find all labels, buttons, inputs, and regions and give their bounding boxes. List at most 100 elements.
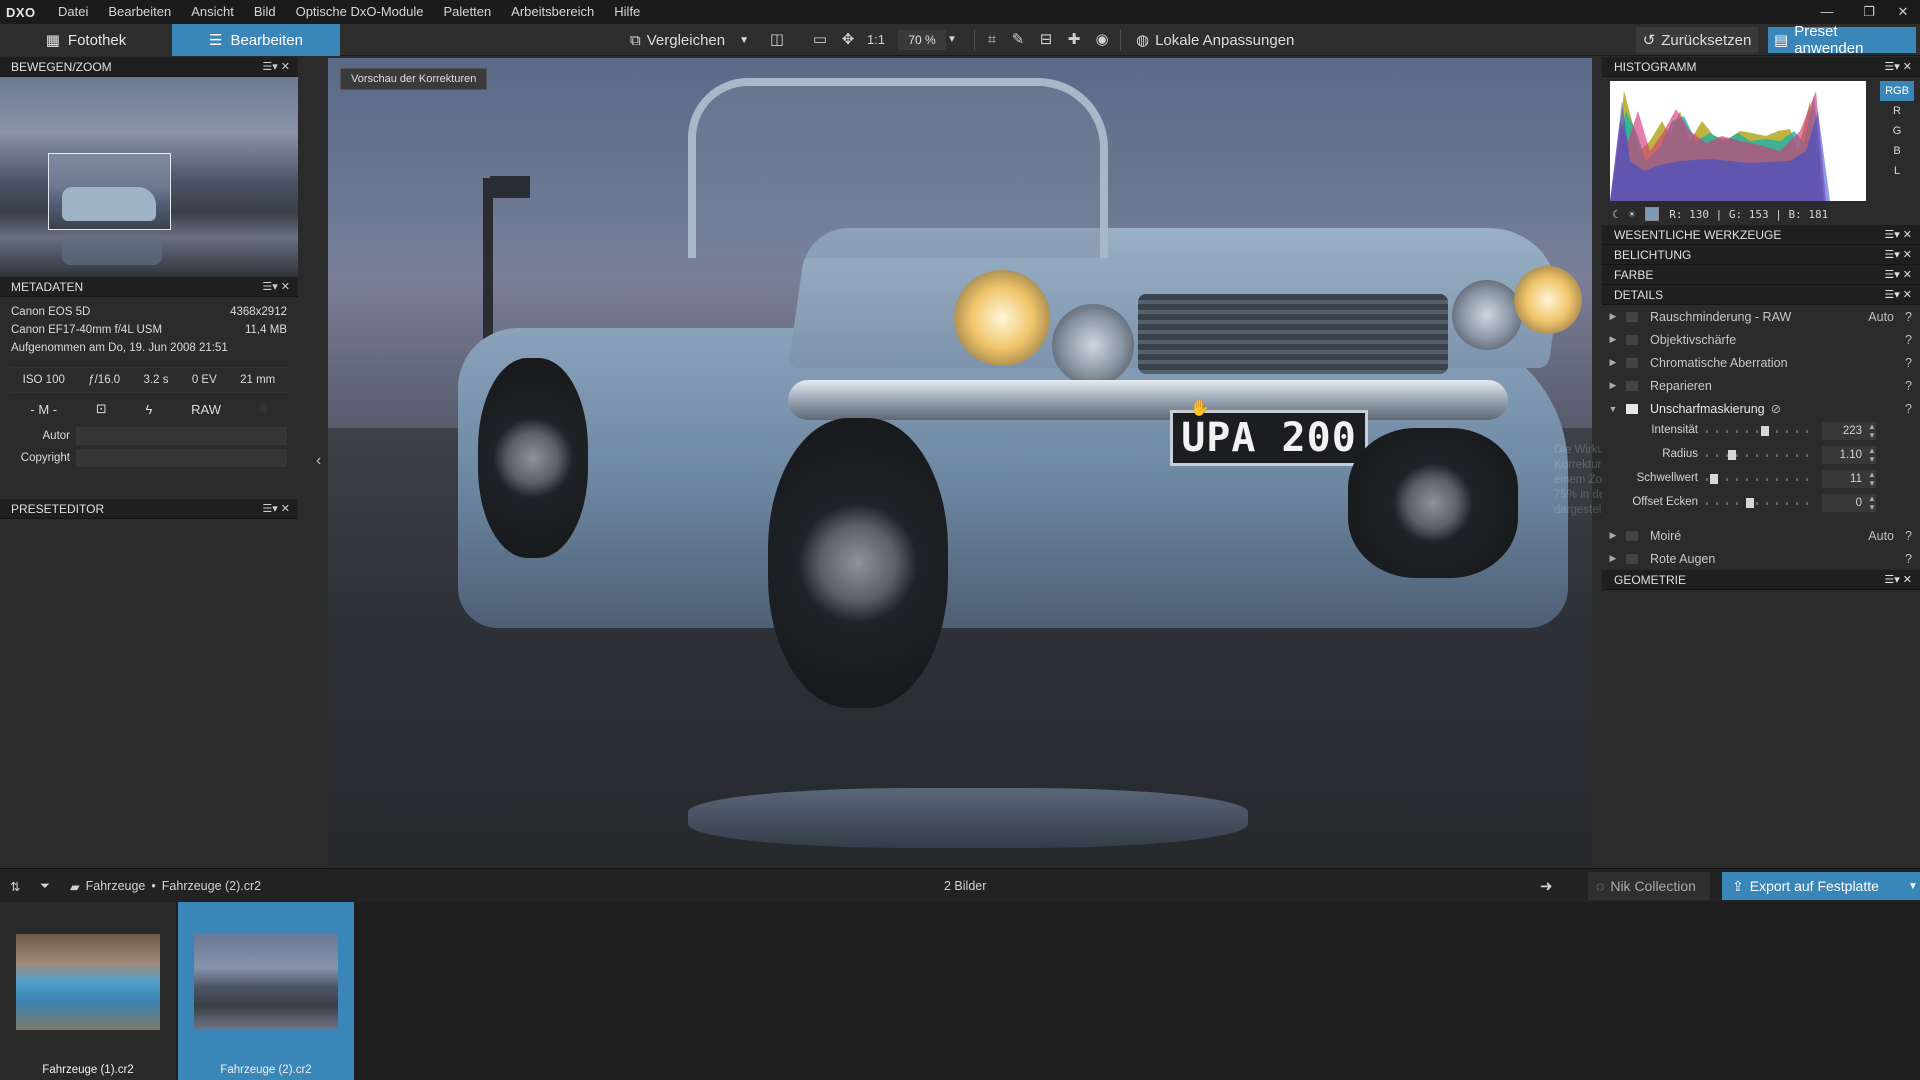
help-icon[interactable]: ? — [1905, 402, 1912, 416]
help-icon[interactable]: ? — [1905, 333, 1912, 347]
thumbnail-selected[interactable]: Fahrzeuge (2).cr2 — [178, 902, 354, 1080]
zoom-level[interactable]: 70 % — [898, 30, 946, 50]
menu-paletten[interactable]: Paletten — [433, 0, 501, 24]
share-icon[interactable]: ➜ — [1540, 869, 1553, 903]
slider-track[interactable] — [1706, 502, 1812, 505]
panel-menu-close-icon[interactable]: ☰▾ ✕ — [262, 499, 290, 519]
spinner-icon[interactable]: ▲ ▼ — [1868, 470, 1876, 488]
help-icon[interactable]: ? — [1905, 379, 1912, 393]
menu-hilfe[interactable]: Hilfe — [604, 0, 650, 24]
menu-datei[interactable]: Datei — [48, 0, 98, 24]
channel-g[interactable]: G — [1880, 121, 1914, 141]
channel-b[interactable]: B — [1880, 141, 1914, 161]
reset-button[interactable]: ↺ Zurücksetzen — [1636, 27, 1758, 53]
slider-thumb[interactable] — [1761, 426, 1769, 436]
help-icon[interactable]: ? — [1905, 552, 1912, 566]
tool-toggle[interactable] — [1626, 553, 1638, 564]
spinner-icon[interactable]: ▲ ▼ — [1868, 422, 1876, 440]
slider-thumb[interactable] — [1728, 450, 1736, 460]
slider-track[interactable] — [1706, 430, 1812, 433]
auto-label[interactable]: Auto — [1868, 310, 1894, 324]
split-view-icon[interactable]: ◫ — [765, 28, 789, 52]
panel-menu-close-icon[interactable]: ☰▾ ✕ — [262, 277, 290, 297]
menu-optische-module[interactable]: Optische DxO-Module — [286, 0, 434, 24]
eyedropper-icon[interactable]: ✎ — [1006, 28, 1030, 52]
spinner-icon[interactable]: ▲ ▼ — [1868, 494, 1876, 512]
tool-red-eye[interactable]: ▶ Rote Augen ? — [1602, 547, 1920, 570]
tab-bearbeiten[interactable]: ☰ Bearbeiten — [172, 24, 340, 56]
compare-button[interactable]: ⧉ Vergleichen ▼ — [624, 28, 755, 52]
menu-arbeitsbereich[interactable]: Arbeitsbereich — [501, 0, 604, 24]
tool-chromatic-aberration[interactable]: ▶ Chromatische Aberration ? — [1602, 351, 1920, 374]
tool-toggle[interactable] — [1626, 311, 1638, 322]
section-exposure[interactable]: BELICHTUNG ☰▾ ✕ — [1602, 245, 1920, 265]
shadow-clip-icon[interactable]: ☾ — [1612, 208, 1619, 221]
channel-rgb[interactable]: RGB — [1880, 81, 1914, 101]
slider-track[interactable] — [1706, 454, 1812, 457]
fit-icon[interactable]: ▭ — [808, 28, 832, 52]
help-icon[interactable]: ? — [1905, 310, 1912, 324]
panel-menu-close-icon[interactable]: ☰▾ ✕ — [262, 57, 290, 77]
sort-icon[interactable]: ⇅ — [10, 869, 20, 903]
expand-icon[interactable]: ▶ — [1602, 380, 1624, 391]
eye-icon[interactable]: ◉ — [1090, 28, 1114, 52]
channel-r[interactable]: R — [1880, 101, 1914, 121]
breadcrumb-file[interactable]: Fahrzeuge (2).cr2 — [162, 879, 261, 893]
tool-toggle[interactable] — [1626, 357, 1638, 368]
menu-bearbeiten[interactable]: Bearbeiten — [98, 0, 181, 24]
expand-icon[interactable]: ▶ — [1602, 311, 1624, 322]
panel-menu-close-icon[interactable]: ☰▾ ✕ — [1884, 265, 1912, 285]
minimize-button[interactable]: — — [1812, 0, 1842, 24]
menu-ansicht[interactable]: Ansicht — [181, 0, 244, 24]
slider-track[interactable] — [1706, 478, 1812, 481]
spinner-icon[interactable]: ▲ ▼ — [1868, 446, 1876, 464]
maximize-button[interactable]: ❐ — [1854, 0, 1884, 24]
repair-icon[interactable]: ✚ — [1062, 28, 1086, 52]
copyright-input[interactable] — [76, 449, 287, 467]
tool-toggle[interactable] — [1626, 403, 1638, 414]
collapse-left-icon[interactable]: ‹ — [316, 452, 321, 470]
tool-noise-reduction[interactable]: ▶ Rauschminderung - RAW Auto ? — [1602, 305, 1920, 328]
tool-repair[interactable]: ▶ Reparieren ? — [1602, 374, 1920, 397]
help-icon[interactable]: ? — [1905, 529, 1912, 543]
collapse-icon[interactable]: ▼ — [1602, 404, 1624, 414]
expand-icon[interactable]: ▶ — [1602, 553, 1624, 564]
panel-menu-close-icon[interactable]: ☰▾ ✕ — [1884, 245, 1912, 265]
crop-icon[interactable]: ⌗ — [980, 28, 1004, 52]
section-essential-tools[interactable]: WESENTLICHE WERKZEUGE ☰▾ ✕ — [1602, 225, 1920, 245]
expand-icon[interactable]: ▶ — [1602, 530, 1624, 541]
local-adjustments-button[interactable]: ◍ Lokale Anpassungen — [1130, 28, 1300, 52]
close-button[interactable]: ✕ — [1888, 0, 1918, 24]
panel-preseteditor-header[interactable]: PRESETEDITOR ☰▾ ✕ — [0, 499, 298, 519]
image-viewer[interactable]: UPA 200 Vorschau der Korrekturen ✋ — [328, 58, 1592, 866]
section-details[interactable]: DETAILS ☰▾ ✕ — [1602, 285, 1920, 305]
tool-unsharp-mask[interactable]: ▼ Unscharfmaskierung ⊘ ? — [1602, 397, 1920, 420]
tool-lens-sharpness[interactable]: ▶ Objektivschärfe ? — [1602, 328, 1920, 351]
panel-menu-close-icon[interactable]: ☰▾ ✕ — [1884, 285, 1912, 305]
panel-histogram-header[interactable]: HISTOGRAMM ☰▾ ✕ — [1602, 57, 1920, 77]
export-button[interactable]: ⇪ Export auf Festplatte — [1722, 872, 1906, 900]
section-geometry[interactable]: GEOMETRIE ☰▾ ✕ — [1602, 570, 1920, 590]
preview-hidden-icon[interactable]: ⊘ — [1771, 401, 1781, 416]
horizon-icon[interactable]: ⊟ — [1034, 28, 1058, 52]
author-input[interactable] — [76, 427, 287, 445]
menu-bild[interactable]: Bild — [244, 0, 286, 24]
slider-thumb[interactable] — [1746, 498, 1754, 508]
highlight-clip-icon[interactable]: ☀ — [1629, 208, 1636, 221]
tool-toggle[interactable] — [1626, 334, 1638, 345]
thumbnail[interactable]: Fahrzeuge (1).cr2 — [0, 902, 176, 1080]
panel-metadata-header[interactable]: METADATEN ☰▾ ✕ — [0, 277, 298, 297]
panel-zoom-header[interactable]: BEWEGEN/ZOOM ☰▾ ✕ — [0, 57, 298, 77]
tab-fotothek[interactable]: ▦ Fotothek — [0, 24, 172, 56]
export-dropdown-icon[interactable]: ▼ — [1906, 872, 1920, 900]
zoom-1to1-button[interactable]: 1:1 — [864, 28, 888, 52]
expand-icon[interactable]: ▶ — [1602, 357, 1624, 368]
zoom-dropdown-icon[interactable]: ▼ — [940, 28, 964, 52]
panel-menu-close-icon[interactable]: ☰▾ ✕ — [1884, 57, 1912, 77]
slider-thumb[interactable] — [1710, 474, 1718, 484]
panel-menu-close-icon[interactable]: ☰▾ ✕ — [1884, 570, 1912, 590]
tool-moire[interactable]: ▶ Moiré Auto ? — [1602, 524, 1920, 547]
move-icon[interactable]: ✥ — [836, 28, 860, 52]
section-color[interactable]: FARBE ☰▾ ✕ — [1602, 265, 1920, 285]
auto-label[interactable]: Auto — [1868, 529, 1894, 543]
